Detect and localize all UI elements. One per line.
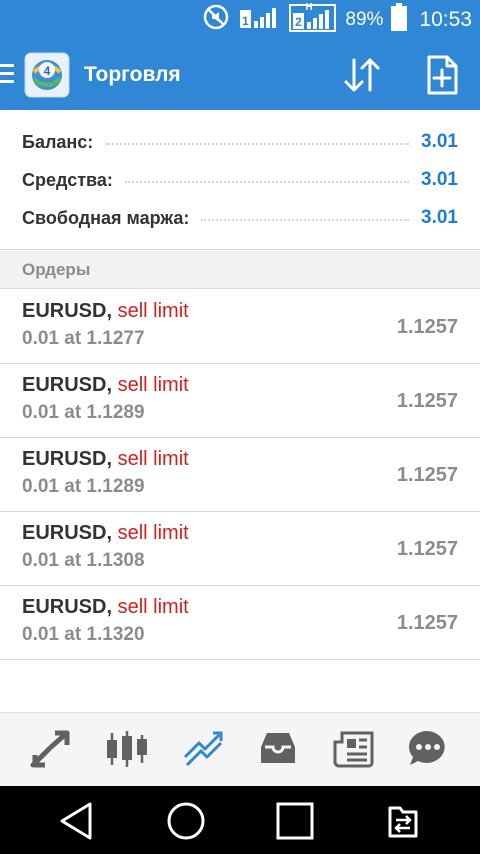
page-title: Торговля [84, 63, 181, 86]
svg-text:4: 4 [44, 64, 51, 78]
chat-icon[interactable] [405, 727, 451, 771]
new-order-icon[interactable] [420, 54, 464, 96]
order-title: EURUSD, sell limit [22, 522, 189, 545]
order-symbol: EURUSD, [22, 300, 113, 322]
signal-sim1-icon: 1 [239, 4, 281, 36]
switch-app-icon[interactable] [382, 800, 424, 842]
history-icon[interactable] [255, 727, 301, 771]
dotted-leader [105, 143, 410, 145]
free-margin-label: Свободная маржа: [22, 207, 190, 228]
menu-icon[interactable] [0, 64, 14, 86]
app-bar: 4 Торговля [0, 40, 480, 110]
system-navigation-bar [0, 786, 480, 854]
dotted-leader [124, 181, 410, 183]
order-title: EURUSD, sell limit [22, 448, 189, 471]
orders-header-label: Ордеры [22, 260, 91, 279]
order-row[interactable]: EURUSD, sell limit 0.01 at 1.1308 1.1257 [0, 512, 480, 586]
order-symbol: EURUSD, [22, 596, 113, 618]
order-details: 0.01 at 1.1320 [22, 624, 145, 645]
svg-text:1: 1 [243, 14, 250, 28]
balance-label: Баланс: [22, 131, 94, 152]
orders-list: EURUSD, sell limit 0.01 at 1.1277 1.1257… [0, 290, 480, 660]
order-row[interactable]: EURUSD, sell limit 0.01 at 1.1289 1.1257 [0, 438, 480, 512]
order-details: 0.01 at 1.1289 [22, 476, 145, 497]
order-row[interactable]: EURUSD, sell limit 0.01 at 1.1289 1.1257 [0, 364, 480, 438]
order-current-price: 1.1257 [396, 316, 458, 338]
metatrader-logo[interactable]: 4 [24, 52, 70, 98]
order-symbol: EURUSD, [22, 522, 113, 544]
orders-section-header: Ордеры [0, 251, 480, 289]
order-current-price: 1.1257 [396, 464, 458, 486]
order-row[interactable]: EURUSD, sell limit 0.01 at 1.1320 1.1257 [0, 586, 480, 660]
order-type: sell limit [117, 522, 189, 544]
order-current-price: 1.1257 [396, 390, 458, 412]
equity-row: Средства: 3.01 [22, 168, 458, 192]
quotes-icon[interactable] [27, 727, 73, 771]
bottom-navigation [0, 712, 480, 786]
order-details: 0.01 at 1.1277 [22, 328, 145, 349]
order-type: sell limit [117, 448, 189, 470]
battery-percent: 89% [345, 9, 384, 30]
mute-icon [201, 2, 231, 38]
order-type: sell limit [117, 300, 189, 322]
order-row[interactable]: EURUSD, sell limit 0.01 at 1.1277 1.1257 [0, 290, 480, 364]
sort-icon[interactable] [340, 56, 384, 94]
svg-text:H: H [306, 2, 313, 13]
trade-icon[interactable] [181, 727, 227, 771]
free-margin-value: 3.01 [421, 207, 458, 228]
order-type: sell limit [117, 596, 189, 618]
order-current-price: 1.1257 [396, 612, 458, 634]
dotted-leader [201, 219, 410, 221]
order-details: 0.01 at 1.1308 [22, 550, 145, 571]
chart-icon[interactable] [104, 727, 150, 771]
order-details: 0.01 at 1.1289 [22, 402, 145, 423]
recents-icon[interactable] [274, 800, 316, 842]
free-margin-row: Свободная маржа: 3.01 [22, 206, 458, 230]
clock: 10:53 [419, 8, 472, 31]
order-type: sell limit [117, 374, 189, 396]
equity-label: Средства: [22, 169, 113, 190]
equity-value: 3.01 [421, 169, 458, 190]
order-symbol: EURUSD, [22, 448, 113, 470]
order-current-price: 1.1257 [396, 538, 458, 560]
back-icon[interactable] [56, 800, 98, 842]
battery-icon [391, 3, 408, 37]
balance-row: Баланс: 3.01 [22, 130, 458, 154]
order-title: EURUSD, sell limit [22, 596, 189, 619]
balance-value: 3.01 [421, 131, 458, 152]
signal-sim2-icon: H 2 [289, 1, 337, 39]
news-icon[interactable] [332, 727, 378, 771]
account-summary: Баланс: 3.01 Средства: 3.01 Свободная ма… [0, 110, 480, 250]
order-title: EURUSD, sell limit [22, 374, 189, 397]
order-symbol: EURUSD, [22, 374, 113, 396]
svg-text:2: 2 [296, 15, 303, 29]
home-icon[interactable] [165, 800, 207, 842]
order-title: EURUSD, sell limit [22, 300, 189, 323]
status-bar: 1 H 2 89% 10:53 [0, 0, 480, 40]
